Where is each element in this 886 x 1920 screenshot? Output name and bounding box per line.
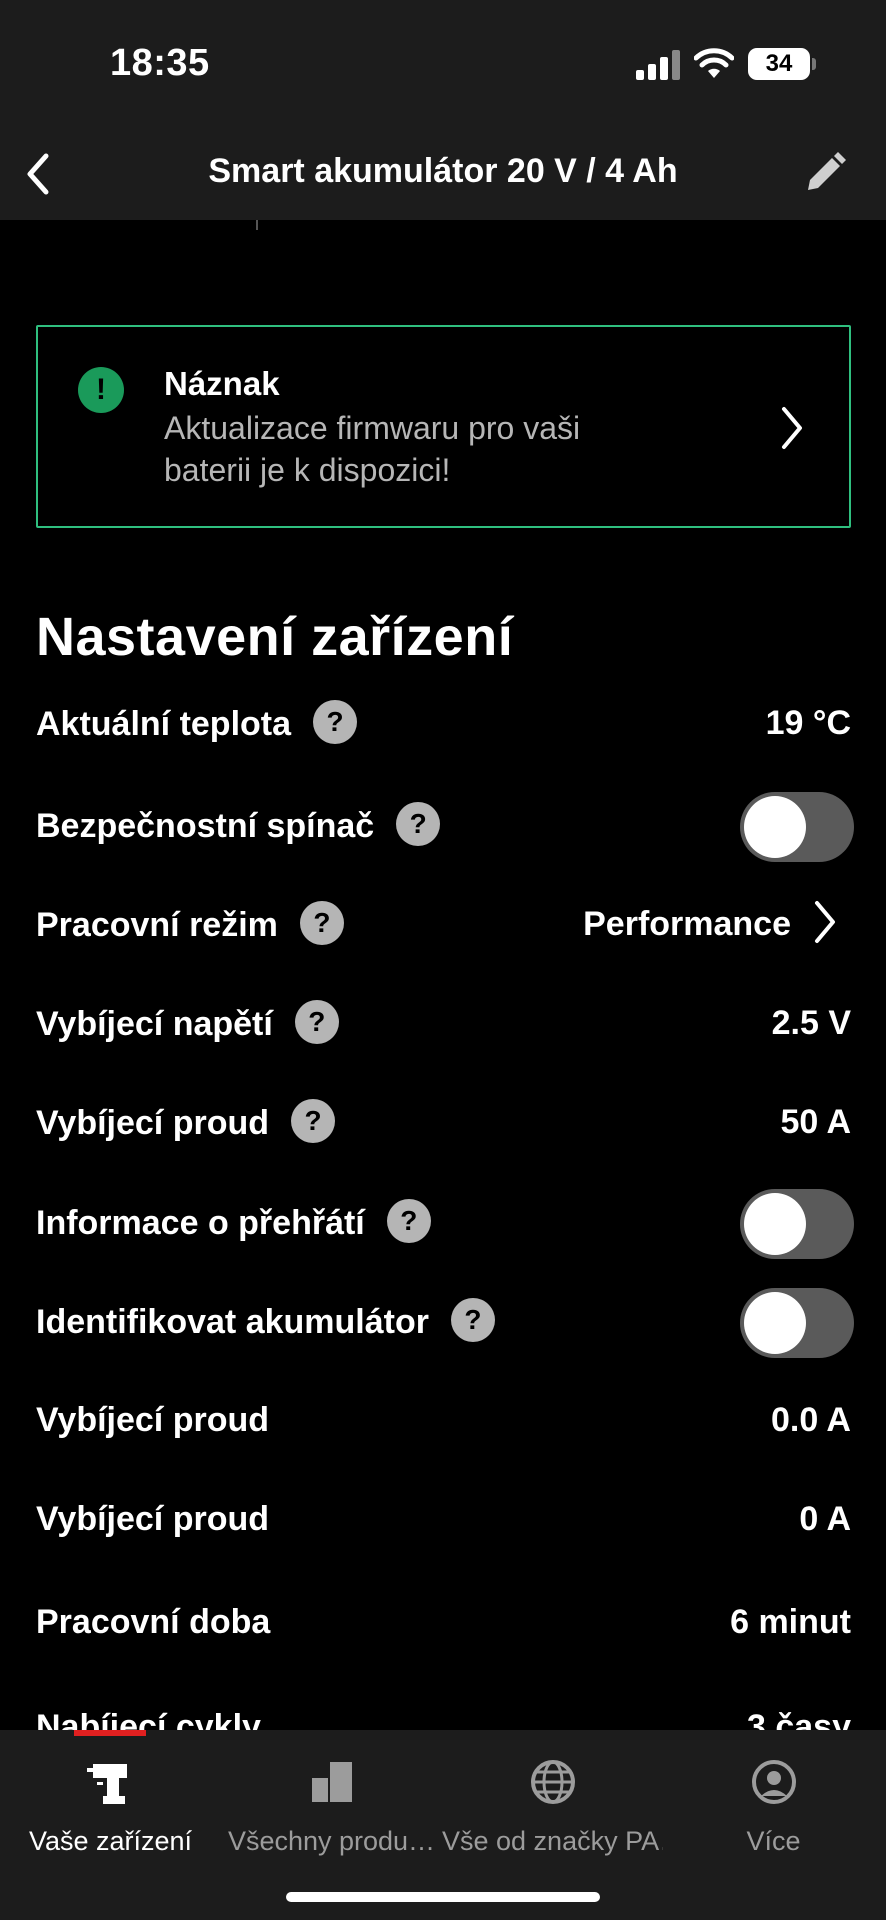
row-label: Vybíjecí proud [36,1103,270,1142]
row-work-mode[interactable]: Pracovní režim? Performance [36,891,851,961]
tab-your-devices[interactable]: Vaše zařízení [0,1744,221,1864]
row-label: Vybíjecí napětí [36,1004,273,1043]
alert-icon: ! [78,367,124,413]
row-work-time: Pracovní doba 6 minut [36,1589,851,1659]
help-icon[interactable]: ? [291,1099,336,1143]
tab-label: Více [746,1826,801,1856]
row-discharge-current-3: Vybíjecí proud 0 A [36,1486,851,1556]
overheat-info-toggle[interactable] [740,1189,854,1259]
row-label: Vybíjecí proud [36,1500,270,1538]
row-safety-switch: Bezpečnostní spínač? [36,792,854,862]
active-tab-indicator [74,1730,146,1736]
home-indicator[interactable] [286,1892,600,1902]
tab-label: Všechny produ… [227,1826,436,1856]
row-label: Aktuální teplota [36,704,292,743]
globe-icon [530,1760,575,1804]
row-discharge-current-2: Vybíjecí proud 0.0 A [36,1387,851,1457]
chevron-right-icon [815,901,835,943]
help-icon[interactable]: ? [299,901,344,945]
toggle-knob [744,1193,806,1255]
row-label: Identifikovat akumulátor [36,1302,429,1341]
more-icon [751,1760,796,1804]
row-label: Bezpečnostní spínač [36,806,375,845]
tab-label: Vše od značky PA… [442,1826,663,1856]
row-value: 2.5 V [771,1004,851,1042]
row-value: Performance [583,905,791,943]
row-label: Vybíjecí proud [36,1401,270,1439]
row-label: Informace o přehřátí [36,1203,365,1242]
navigation-bar: Smart akumulátor 20 V / 4 Ah [0,130,886,220]
tab-all-products[interactable]: Všechny produ… [221,1744,442,1864]
page-title: Smart akumulátor 20 V / 4 Ah [208,152,678,190]
status-time: 18:35 [110,42,210,84]
row-discharge-voltage: Vybíjecí napětí? 2.5 V [36,990,851,1060]
wifi-icon [694,48,734,78]
row-value: 6 minut [730,1603,851,1641]
identify-battery-toggle[interactable] [740,1288,854,1358]
row-label: Pracovní režim [36,905,278,944]
row-current-temperature: Aktuální teplota? 19 °C [36,690,851,760]
safety-switch-toggle[interactable] [740,792,854,862]
help-icon[interactable]: ? [294,1000,339,1044]
status-bar: 18:35 34 [0,0,886,130]
products-icon [311,1762,352,1802]
cellular-signal-icon [636,50,682,80]
help-icon[interactable]: ? [396,802,441,846]
edit-icon[interactable] [796,146,852,202]
tab-more[interactable]: Více [663,1744,884,1864]
help-icon[interactable]: ? [386,1199,431,1243]
section-title: Nastavení zařízení [36,607,514,667]
drill-icon [86,1764,127,1804]
hint-title: Náznak [164,365,280,402]
row-value: 0 A [799,1500,851,1538]
screen: 18:35 34 Smart akumulátor 20 V / 4 Ah ! … [0,0,886,1920]
battery-level: 34 [765,50,793,77]
battery-tip [812,58,816,70]
chevron-right-icon [782,407,802,449]
tab-label: Vaše zařízení [28,1826,193,1856]
row-overheat-info: Informace o přehřátí? [36,1189,854,1259]
help-icon[interactable]: ? [450,1298,495,1342]
row-identify-battery: Identifikovat akumulátor? [36,1288,854,1358]
row-value: 19 °C [765,704,851,742]
back-button[interactable] [14,148,66,200]
toggle-knob [744,1292,806,1354]
row-label: Pracovní doba [36,1603,271,1641]
tab-brand[interactable]: Vše od značky PA… [442,1744,663,1864]
row-value: 0.0 A [770,1401,851,1439]
divider [256,220,258,230]
row-value: 50 A [780,1103,851,1141]
help-icon[interactable]: ? [313,700,358,744]
hint-text: Aktualizace firmwaru pro vaši baterii je… [164,410,581,488]
toggle-knob [744,796,806,858]
battery-icon: 34 [748,48,810,80]
firmware-update-hint[interactable]: ! Náznak Aktualizace firmwaru pro vaši b… [36,325,851,528]
row-discharge-current: Vybíjecí proud? 50 A [36,1089,851,1159]
